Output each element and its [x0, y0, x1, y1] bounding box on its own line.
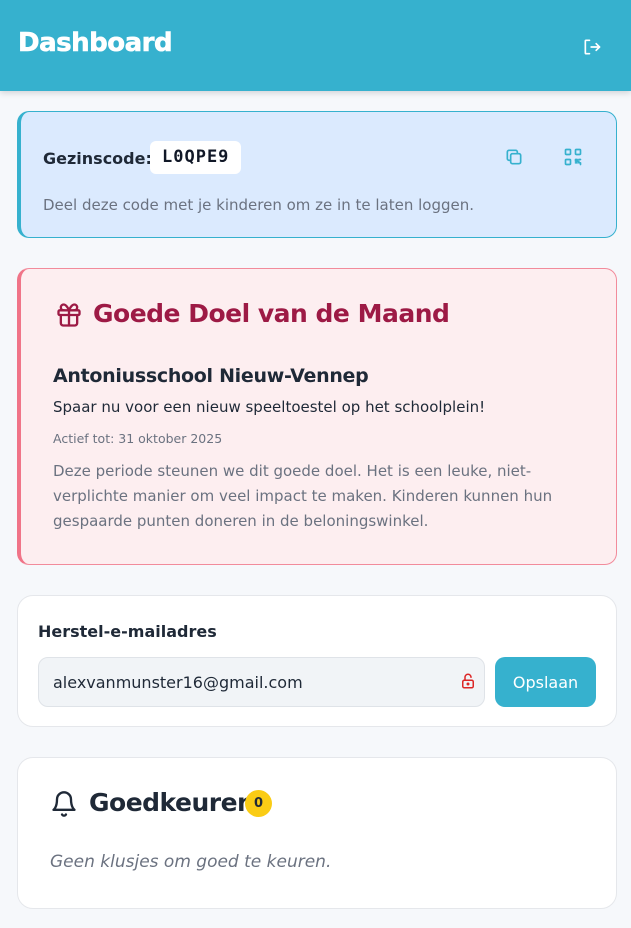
charity-active-until: Actief tot: 31 oktober 2025	[53, 431, 223, 446]
app-header: Dashboard	[0, 0, 631, 91]
recovery-email-card: Herstel-e-mailadres Opslaan	[17, 595, 617, 727]
family-code-hint: Deel deze code met je kinderen om ze in …	[43, 196, 474, 214]
charity-subtitle: Spaar nu voor een nieuw speeltoestel op …	[53, 398, 486, 416]
bell-icon	[52, 791, 76, 817]
copy-code-button[interactable]	[499, 142, 529, 172]
charity-card: Goede Doel van de Maand Antoniusschool N…	[17, 268, 617, 565]
charity-title: Goede Doel van de Maand	[93, 299, 450, 328]
approvals-card: Goedkeuren 0 Geen klusjes om goed te keu…	[17, 757, 617, 909]
recovery-email-label: Herstel-e-mailadres	[38, 622, 217, 641]
approvals-title: Goedkeuren	[89, 788, 255, 817]
approvals-empty-text: Geen klusjes om goed te keuren.	[50, 852, 332, 872]
family-code-label: Gezinscode:	[43, 149, 152, 168]
qr-code-icon	[564, 148, 582, 166]
logout-icon	[584, 39, 601, 55]
copy-icon	[506, 149, 522, 165]
family-code-card: Gezinscode: L0QPE9 Deel deze code met je…	[17, 111, 617, 238]
approvals-count-badge: 0	[245, 790, 272, 817]
charity-description: Deze periode steunen we dit goede doel. …	[53, 462, 553, 530]
family-code-value[interactable]: L0QPE9	[150, 141, 242, 174]
gift-icon	[57, 303, 81, 327]
qr-code-button[interactable]	[558, 142, 588, 172]
recovery-email-input[interactable]	[38, 657, 485, 707]
logout-button[interactable]	[578, 33, 606, 61]
lock-open-icon	[462, 673, 474, 689]
save-email-button[interactable]: Opslaan	[495, 657, 596, 707]
page-title: Dashboard	[18, 28, 173, 59]
charity-name: Antoniusschool Nieuw-Vennep	[53, 365, 369, 387]
